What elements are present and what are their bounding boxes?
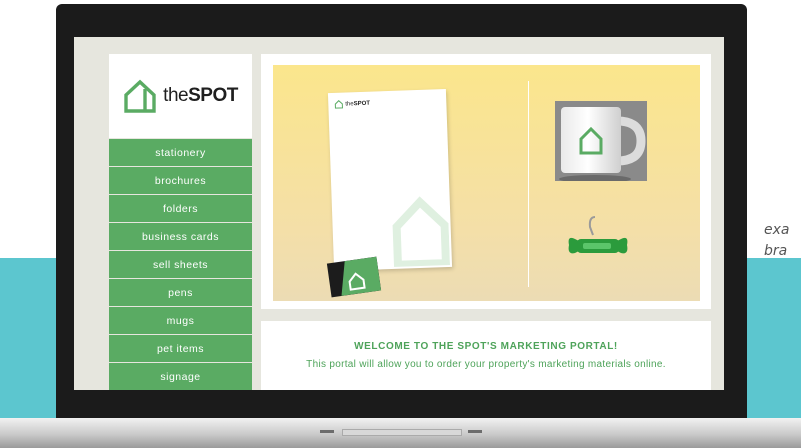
hero-divider <box>528 81 529 287</box>
hero-panel: theSPOT <box>261 54 711 309</box>
mug-illustration <box>555 101 647 183</box>
base-trackpad-slot <box>342 429 462 436</box>
welcome-subtitle: This portal will allow you to order your… <box>306 359 666 370</box>
nav-item-stationery[interactable]: stationery <box>109 139 252 166</box>
nav-item-signage[interactable]: signage <box>109 363 252 390</box>
pet-tag-mockup <box>565 213 631 273</box>
business-card-mockup <box>326 256 382 298</box>
bone-tag-illustration <box>568 216 628 254</box>
letterhead-house-icon <box>334 100 343 109</box>
sidebar-nav: stationery brochures folders business ca… <box>109 139 252 390</box>
letterhead-mockup: theSPOT <box>327 88 453 272</box>
business-card-art <box>341 256 382 296</box>
letterhead-logo-bold: SPOT <box>353 100 371 107</box>
brand-logo[interactable]: theSPOT <box>109 54 252 138</box>
letterhead-watermark-house-icon <box>392 196 451 267</box>
side-caption-line-1: exa <box>764 222 790 238</box>
nav-item-pet-items[interactable]: pet items <box>109 335 252 362</box>
side-caption-line-2: bra <box>764 243 788 259</box>
welcome-title: WELCOME TO THE SPOT'S MARKETING PORTAL! <box>354 341 618 352</box>
portal-screen: theSPOT stationery brochures folders bus… <box>74 37 724 390</box>
sidebar: theSPOT stationery brochures folders bus… <box>109 54 252 390</box>
nav-item-mugs[interactable]: mugs <box>109 307 252 334</box>
base-notch-left <box>320 430 334 433</box>
nav-item-business-cards[interactable]: business cards <box>109 223 252 250</box>
mug-mockup <box>555 101 647 183</box>
logo-wordmark: theSPOT <box>163 85 238 107</box>
house-logo-icon <box>124 79 156 113</box>
letterhead-logo: theSPOT <box>334 99 370 109</box>
nav-item-brochures[interactable]: brochures <box>109 167 252 194</box>
logo-text-light: the <box>163 85 189 106</box>
side-caption: exa bra <box>764 220 801 262</box>
logo-text-bold: SPOT <box>188 85 238 106</box>
nav-item-folders[interactable]: folders <box>109 195 252 222</box>
hero-banner: theSPOT <box>273 65 700 301</box>
welcome-panel: WELCOME TO THE SPOT'S MARKETING PORTAL! … <box>261 321 711 390</box>
nav-item-pens[interactable]: pens <box>109 279 252 306</box>
base-notch-right <box>468 430 482 433</box>
nav-item-sell-sheets[interactable]: sell sheets <box>109 251 252 278</box>
laptop-base <box>0 418 801 448</box>
